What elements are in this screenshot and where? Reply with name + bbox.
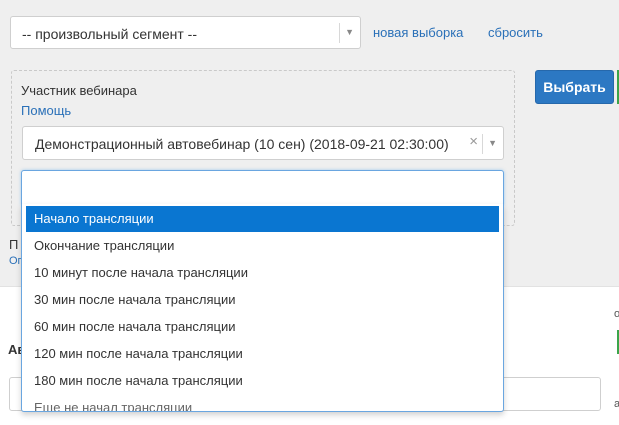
dropdown-option[interactable]: 180 мин после начала трансляции	[26, 368, 499, 394]
webinar-select-separator	[482, 134, 483, 154]
dropdown-option[interactable]: 120 мин после начала трансляции	[26, 341, 499, 367]
background-text-fragment: П	[9, 237, 19, 252]
segment-select-value: -- произвольный сегмент --	[22, 26, 197, 42]
reset-link[interactable]: сбросить	[488, 25, 543, 40]
dropdown-option[interactable]: Начало трансляции	[26, 206, 499, 232]
dropdown-option[interactable]: Еще не начал трансляции	[26, 395, 499, 411]
choose-button[interactable]: Выбрать	[535, 70, 614, 104]
dropdown-option[interactable]: 10 минут после начала трансляции	[26, 260, 499, 286]
background-right-fragment: а	[614, 398, 619, 410]
background-link-fragment[interactable]: Ог	[9, 255, 22, 267]
help-link[interactable]: Помощь	[21, 103, 71, 118]
webinar-select[interactable]: Демонстрационный автовебинар (10 сен) (2…	[22, 126, 504, 160]
chevron-down-icon[interactable]: ▼	[345, 27, 354, 37]
chevron-down-icon[interactable]: ▼	[488, 138, 497, 148]
filter-label: Участник вебинара	[21, 83, 137, 98]
segment-select[interactable]: -- произвольный сегмент -- ▼	[10, 16, 361, 49]
background-right-fragment: о	[614, 308, 619, 320]
clear-icon[interactable]: ×	[469, 133, 478, 150]
webinar-select-value: Демонстрационный автовебинар (10 сен) (2…	[35, 136, 449, 152]
dropdown-option[interactable]: 60 мин после начала трансляции	[26, 314, 499, 340]
dropdown-options-list[interactable]: Начало трансляции Окончание трансляции 1…	[21, 204, 504, 412]
new-selection-link[interactable]: новая выборка	[373, 25, 463, 40]
dropdown-option[interactable]: 30 мин после начала трансляции	[26, 287, 499, 313]
dropdown-search-input[interactable]	[21, 170, 504, 205]
dropdown-option[interactable]: Окончание трансляции	[26, 233, 499, 259]
segment-select-separator	[339, 23, 340, 43]
